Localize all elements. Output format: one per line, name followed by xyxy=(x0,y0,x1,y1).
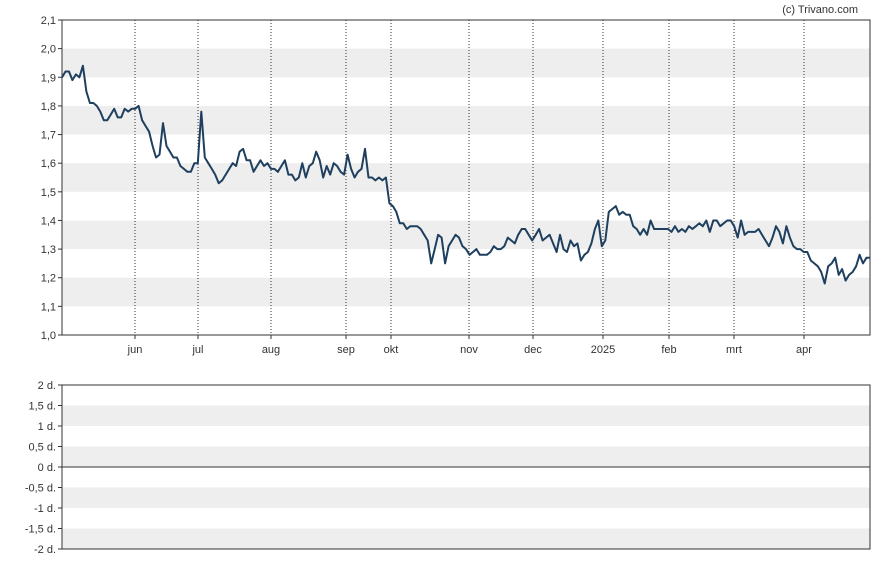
y-tick-label: 0,5 d. xyxy=(28,442,56,454)
y-tick-label: 1,2 xyxy=(41,273,56,285)
grid-band xyxy=(62,277,870,307)
grid-band xyxy=(62,220,870,250)
y-tick-label: 1,8 xyxy=(41,101,56,113)
y-tick-label: -1 d. xyxy=(34,503,56,515)
y-tick-label: -2 d. xyxy=(34,544,56,556)
main-y-axis: 1,0 1,1 1,2 1,3 1,4 1,5 1,6 1,7 1,8 1,9 2,0 2,1 xyxy=(41,15,62,342)
main-grid-bands xyxy=(62,48,870,307)
grid-band xyxy=(62,446,870,467)
secondary-y-axis: 2 d. 1,5 d. 1 d. 0,5 d. 0 d. -0,5 d. -1 d. -1,5… xyxy=(25,380,62,556)
y-tick-label: 1,1 xyxy=(41,301,56,313)
x-tick-label: dec xyxy=(524,344,542,356)
x-tick-label: jul xyxy=(191,344,203,356)
x-tick-label: aug xyxy=(262,344,280,356)
y-tick-label: 1 d. xyxy=(38,421,56,433)
y-tick-label: 2,1 xyxy=(41,15,56,27)
y-tick-label: -1,5 d. xyxy=(25,524,56,536)
y-tick-label: 1,5 d. xyxy=(28,401,56,413)
grid-band xyxy=(62,105,870,135)
y-tick-label: 2 d. xyxy=(38,380,56,392)
y-tick-label: 1,4 xyxy=(41,215,56,227)
grid-band xyxy=(62,528,870,549)
main-price-chart: 1,0 1,1 1,2 1,3 1,4 1,5 1,6 1,7 1,8 1,9 2,0 2,1 jun… xyxy=(41,15,871,356)
y-tick-label: 1,6 xyxy=(41,158,56,170)
x-tick-label: sep xyxy=(337,344,355,356)
y-tick-label: 1,7 xyxy=(41,130,56,142)
grid-band xyxy=(62,48,870,78)
x-tick-label: apr xyxy=(796,344,812,356)
y-tick-label: 1,5 xyxy=(41,187,56,199)
y-tick-label: 2,0 xyxy=(41,44,56,56)
x-tick-label: mrt xyxy=(726,344,742,356)
secondary-grid-bands xyxy=(62,405,870,549)
y-tick-label: 1,9 xyxy=(41,72,56,84)
x-tick-label: nov xyxy=(460,344,478,356)
x-tick-label: 2025 xyxy=(591,344,615,356)
y-tick-label: 1,3 xyxy=(41,244,56,256)
grid-band xyxy=(62,487,870,508)
chart-root: 1,0 1,1 1,2 1,3 1,4 1,5 1,6 1,7 1,8 1,9 2,0 2,1 jun… xyxy=(25,4,871,556)
y-tick-label: 0 d. xyxy=(38,462,56,474)
y-tick-label: -0,5 d. xyxy=(25,483,56,495)
secondary-chart: 2 d. 1,5 d. 1 d. 0,5 d. 0 d. -0,5 d. -1 d. -1,5… xyxy=(25,380,871,556)
main-x-axis: jun jul aug sep okt nov dec 2025 feb mrt apr xyxy=(127,335,812,356)
x-tick-label: jun xyxy=(127,344,143,356)
x-tick-label: okt xyxy=(384,344,399,356)
x-tick-label: feb xyxy=(661,344,676,356)
copyright-text: (c) Trivano.com xyxy=(782,4,858,16)
grid-band xyxy=(62,405,870,426)
y-tick-label: 1,0 xyxy=(41,330,56,342)
